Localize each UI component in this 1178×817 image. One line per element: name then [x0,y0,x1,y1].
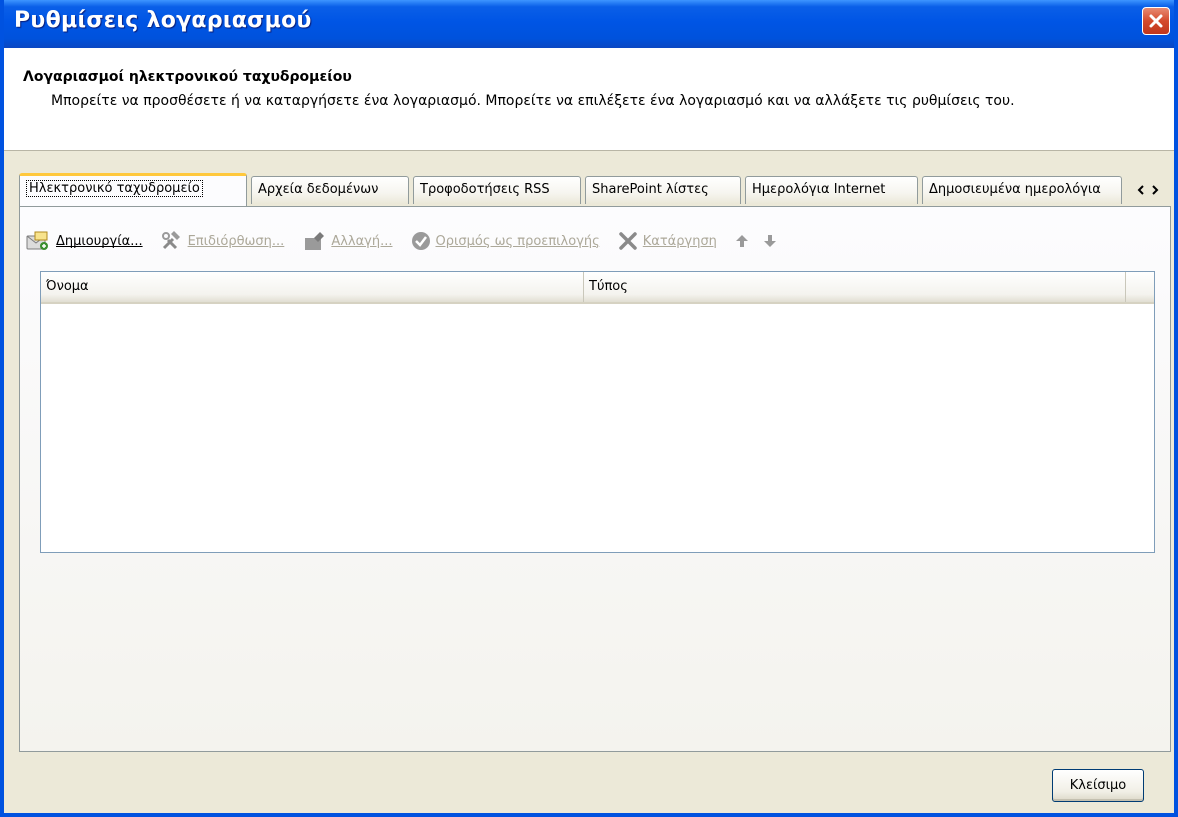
tab-published-calendars[interactable]: Δημοσιευμένα ημερολόγια [922,176,1122,204]
tab-data-files[interactable]: Αρχεία δεδομένων [251,176,409,204]
window-title: Ρυθμίσεις λογαριασμού [14,8,312,33]
scroll-left-icon[interactable] [1137,185,1145,195]
tab-rss-feeds[interactable]: Τροφοδοτήσεις RSS [413,176,581,204]
close-button-label: Κλείσιμο [1069,778,1127,793]
tab-email-label: Ηλεκτρονικό ταχυδρομείο [26,180,203,197]
close-icon [1149,14,1163,28]
tab-sharepoint-lists[interactable]: SharePoint λίστες [585,176,741,204]
arrow-up-icon [735,235,748,247]
new-account-button[interactable]: Δημιουργία... [25,230,143,252]
close-button[interactable]: Κλείσιμο [1052,769,1144,802]
dialog-header: Λογαριασμοί ηλεκτρονικού ταχυδρομείου Μπ… [4,48,1174,151]
new-account-label: Δημιουργία... [56,233,143,249]
set-default-checkmark-icon [411,232,430,250]
new-email-account-icon [26,231,48,250]
window-close-button[interactable] [1142,7,1170,35]
set-default-button[interactable]: Ορισμός ως προεπιλογής [411,231,600,251]
header-title: Λογαριασμοί ηλεκτρονικού ταχυδρομείου [23,69,352,85]
accounts-list[interactable]: Όνομα Τύπος [40,271,1155,553]
remove-label: Κατάργηση [642,233,717,249]
set-default-label: Ορισμός ως προεπιλογής [435,233,600,249]
move-down-button[interactable] [763,234,777,248]
change-button[interactable]: Αλλαγή... [302,231,393,251]
tab-email[interactable]: Ηλεκτρονικό ταχυδρομείο [19,173,247,206]
tab-strip: Ηλεκτρονικό ταχυδρομείο Αρχεία δεδομένων… [19,173,1172,206]
title-bar[interactable]: Ρυθμίσεις λογαριασμού [4,0,1174,48]
account-settings-window: Ρυθμίσεις λογαριασμού Λογαριασμοί ηλεκτρ… [0,0,1178,817]
remove-button[interactable]: Κατάργηση [618,231,717,251]
move-up-button[interactable] [735,234,749,248]
repair-tools-icon [161,231,180,250]
column-name[interactable]: Όνομα [41,272,584,302]
accounts-toolbar: Δημιουργία... Επιδιόρθωση... Αλλαγή... Ο… [25,224,795,258]
tab-internet-calendars[interactable]: Ημερολόγια Internet [745,176,918,204]
header-description: Μπορείτε να προσθέσετε ή να καταργήσετε … [51,93,1015,109]
column-type[interactable]: Τύπος [584,272,1126,302]
scroll-right-icon[interactable] [1151,185,1159,195]
arrow-down-icon [763,235,776,247]
tab-scroll-arrows [1130,180,1166,200]
repair-label: Επιδιόρθωση... [187,233,285,249]
list-column-header: Όνομα Τύπος [41,272,1154,304]
change-settings-icon [305,232,325,250]
repair-button[interactable]: Επιδιόρθωση... [161,231,285,251]
remove-x-icon [619,232,637,250]
change-label: Αλλαγή... [331,233,393,249]
